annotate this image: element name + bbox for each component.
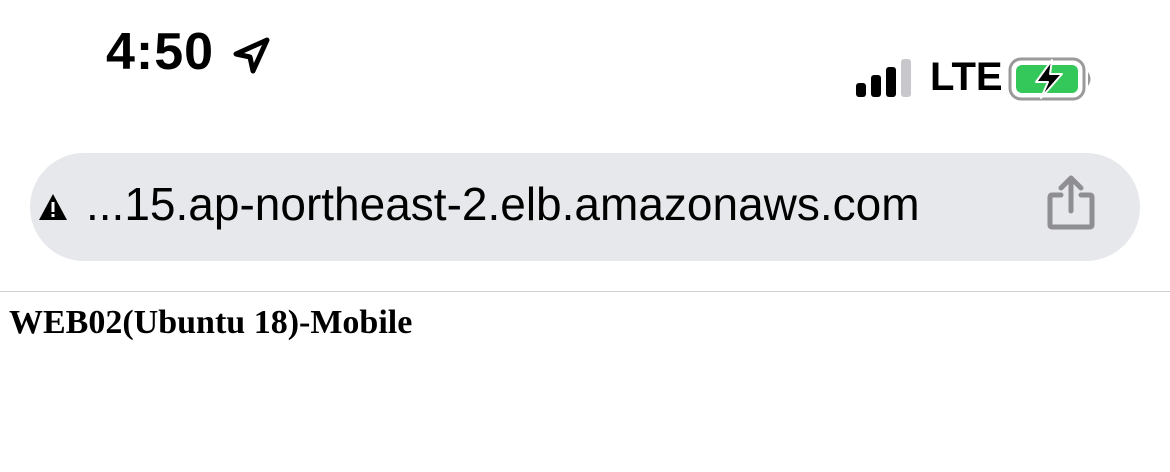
page-heading: WEB02(Ubuntu 18)-Mobile — [9, 304, 413, 341]
network-type-label: LTE — [930, 55, 1003, 99]
status-bar: 4:50 LTE — [0, 0, 1170, 140]
battery-charging-icon — [1008, 57, 1091, 101]
toolbar-divider — [0, 291, 1170, 292]
share-icon[interactable] — [1046, 173, 1096, 233]
address-bar[interactable]: ...15.ap-northeast-2.elb.amazonaws.com — [30, 153, 1140, 261]
location-arrow-icon — [233, 37, 270, 74]
signal-strength-icon — [856, 59, 911, 97]
url-text[interactable]: ...15.ap-northeast-2.elb.amazonaws.com — [86, 177, 920, 231]
status-time: 4:50 — [106, 23, 215, 81]
warning-icon[interactable] — [38, 193, 68, 221]
